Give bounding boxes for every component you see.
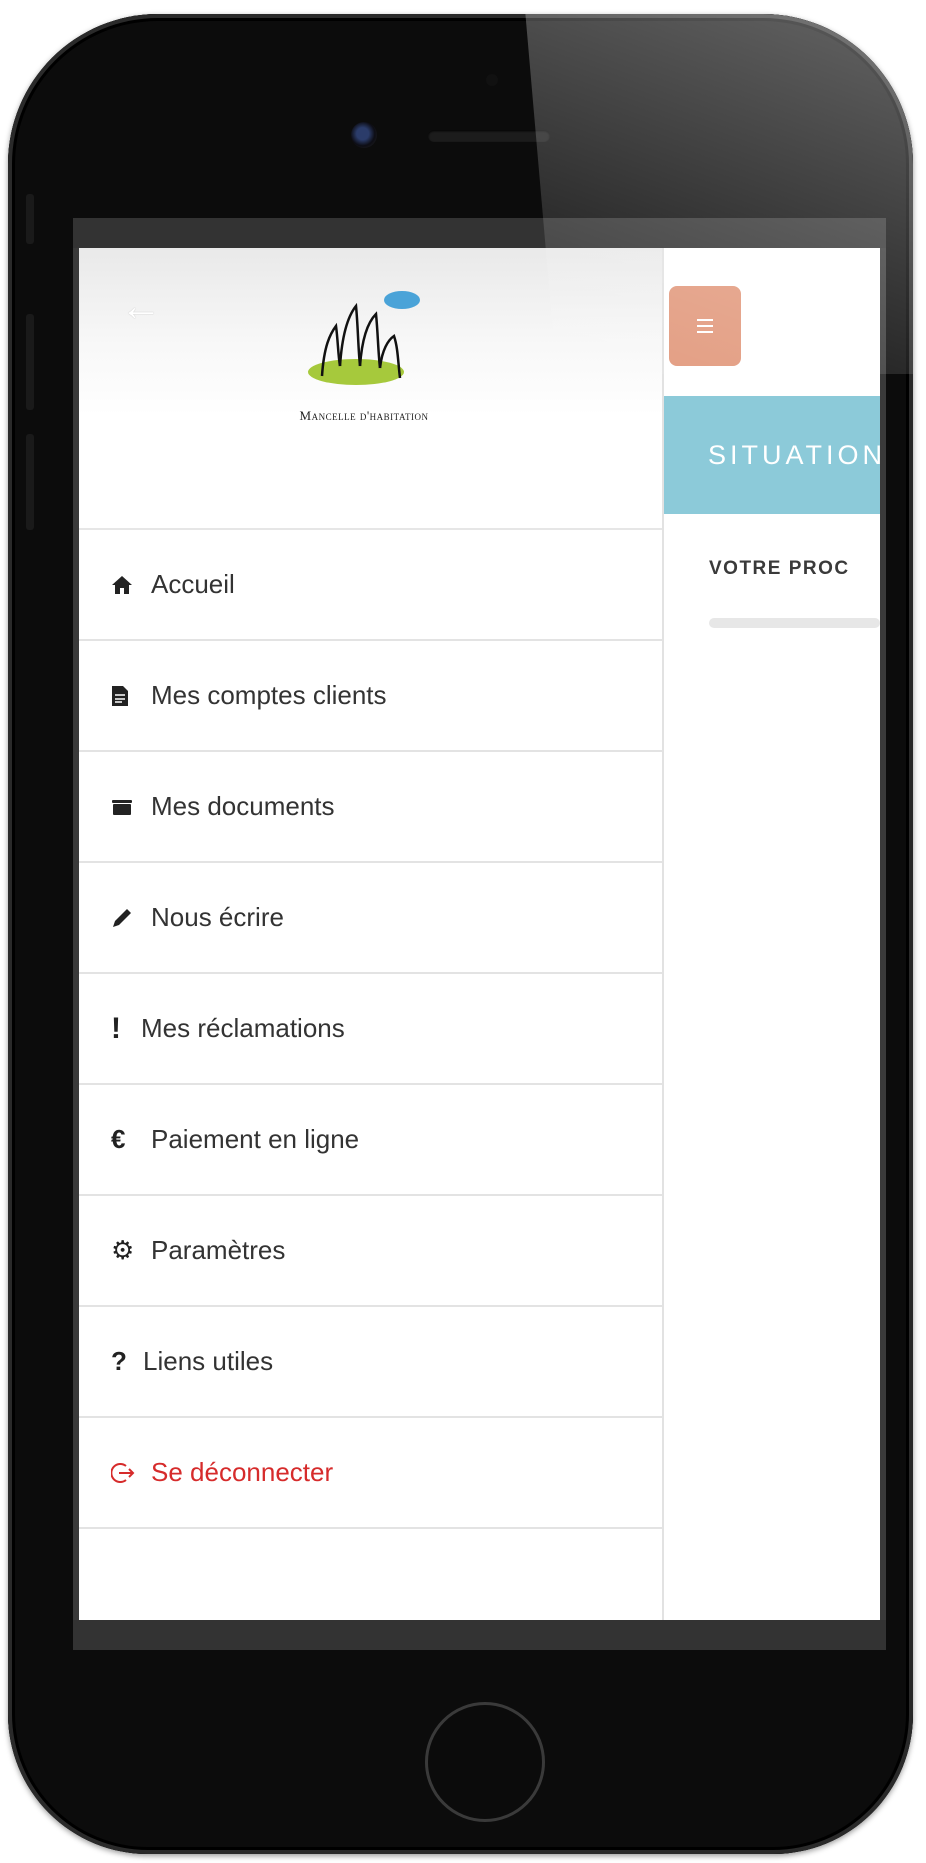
back-button[interactable]: ← (117, 282, 165, 330)
home-icon (111, 575, 141, 595)
proximity-sensor (486, 74, 498, 86)
menu-item-nous-ecrire[interactable]: Nous écrire (79, 863, 662, 974)
menu-item-documents[interactable]: Mes documents (79, 752, 662, 863)
page-banner: SITUATION (664, 396, 880, 514)
euro-icon: € (111, 1124, 126, 1154)
folder-icon (111, 798, 141, 816)
phone-frame: SITUATION VOTRE PROC ← Mancelle d'habita… (8, 14, 913, 1854)
progress-bar (709, 618, 880, 628)
hamburger-icon (697, 317, 713, 335)
screen: SITUATION VOTRE PROC ← Mancelle d'habita… (73, 218, 886, 1650)
document-icon (111, 685, 141, 707)
menu-item-label: Paiement en ligne (151, 1124, 360, 1154)
front-camera (351, 122, 377, 148)
app-view: SITUATION VOTRE PROC ← Mancelle d'habita… (79, 248, 880, 1620)
menu-item-label: Nous écrire (151, 902, 284, 932)
drawer-menu: Accueil Mes comptes clients Mes document… (79, 530, 662, 1620)
home-button[interactable] (425, 1702, 545, 1822)
menu-spacer (79, 1529, 662, 1620)
logo-icon (308, 291, 420, 385)
navigation-drawer: ← Mancelle d'habitation Accueil Mes comp… (79, 248, 664, 1620)
menu-item-label: Accueil (151, 569, 235, 599)
menu-item-liens-utiles[interactable]: ? Liens utiles (79, 1307, 662, 1418)
menu-item-label: Mes documents (151, 791, 335, 821)
menu-item-reclamations[interactable]: ! Mes réclamations (79, 974, 662, 1085)
menu-item-logout[interactable]: Se déconnecter (79, 1418, 662, 1529)
menu-item-label: Mes comptes clients (151, 680, 387, 710)
menu-item-accueil[interactable]: Accueil (79, 530, 662, 641)
logo-text: Mancelle d'habitation (299, 408, 429, 423)
menu-item-label: Se déconnecter (151, 1457, 334, 1487)
volume-up-button (26, 314, 34, 410)
question-icon: ? (111, 1346, 127, 1376)
mute-switch (26, 194, 34, 244)
drawer-header: ← Mancelle d'habitation (79, 248, 662, 530)
logout-icon (111, 1461, 141, 1485)
menu-item-paiement[interactable]: € Paiement en ligne (79, 1085, 662, 1196)
exclamation-icon: ! (111, 1011, 121, 1045)
bottom-bar (73, 1620, 886, 1650)
gear-icon: ⚙ (111, 1235, 135, 1265)
menu-item-comptes-clients[interactable]: Mes comptes clients (79, 641, 662, 752)
volume-down-button (26, 434, 34, 530)
menu-item-label: Liens utiles (143, 1346, 274, 1376)
section-title: VOTRE PROC (709, 558, 850, 579)
status-bar (73, 218, 886, 248)
earpiece-speaker (428, 130, 550, 142)
menu-item-parametres[interactable]: ⚙ Paramètres (79, 1196, 662, 1307)
pencil-icon (111, 907, 141, 929)
arrow-left-icon: ← (120, 282, 162, 329)
menu-toggle-button[interactable] (669, 286, 741, 366)
menu-item-label: Paramètres (151, 1235, 286, 1265)
menu-item-label: Mes réclamations (141, 1013, 345, 1043)
